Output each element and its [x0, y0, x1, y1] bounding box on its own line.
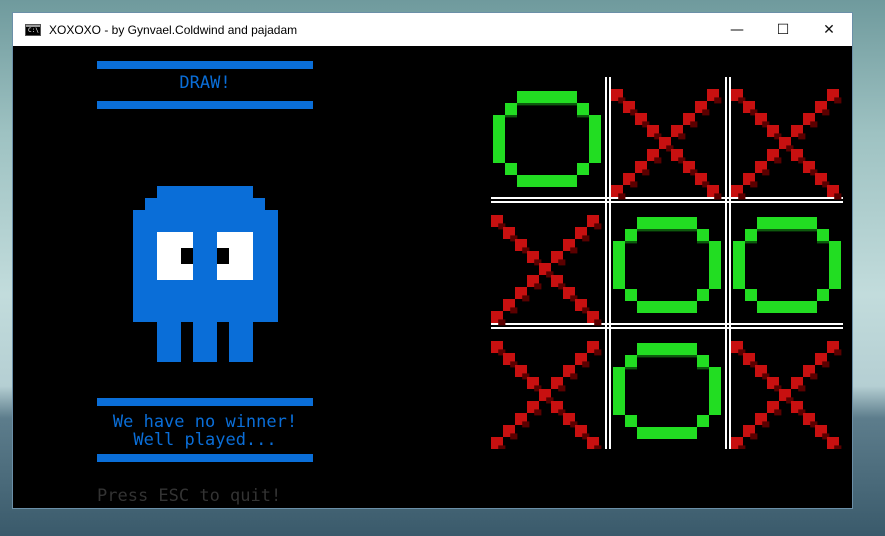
quit-hint: Press ESC to quit! — [97, 486, 282, 506]
divider-bar — [97, 61, 313, 69]
maximize-button[interactable]: ☐ — [760, 13, 806, 46]
console-icon: C:\ — [25, 23, 41, 36]
no-winner-message: We have no winner! — [112, 412, 298, 432]
board-cell-7-x-mark[interactable] — [491, 341, 602, 449]
app-window: C:\ XOXOXO - by Gynvael.Coldwind and paj… — [12, 12, 853, 509]
board-cell-1-o-mark[interactable] — [493, 91, 601, 187]
board-cell-8-o-mark[interactable] — [613, 343, 721, 439]
ghost-mascot — [133, 186, 278, 362]
board-cell-9-x-mark[interactable] — [731, 341, 842, 449]
game-area[interactable]: DRAW! We have no winner! Well played... … — [13, 46, 852, 508]
board-cell-2-x-mark[interactable] — [611, 89, 722, 200]
console-icon-glyph: C:\ — [28, 26, 39, 34]
board-cell-5-o-mark[interactable] — [613, 217, 721, 313]
close-button[interactable]: ✕ — [806, 13, 852, 46]
result-title: DRAW! — [179, 73, 231, 93]
well-played-message: Well played... — [133, 430, 277, 450]
board-cell-3-x-mark[interactable] — [731, 89, 842, 200]
divider-bar — [97, 398, 313, 406]
board-cell-6-o-mark[interactable] — [733, 217, 841, 313]
divider-bar — [97, 101, 313, 109]
tic-tac-toe-board[interactable] — [491, 77, 843, 449]
minimize-button[interactable]: — — [714, 13, 760, 46]
title-bar[interactable]: C:\ XOXOXO - by Gynvael.Coldwind and paj… — [13, 13, 852, 46]
board-cell-4-x-mark[interactable] — [491, 215, 602, 326]
window-title: XOXOXO - by Gynvael.Coldwind and pajadam — [49, 22, 298, 37]
window-controls: — ☐ ✕ — [714, 13, 852, 46]
divider-bar — [97, 454, 313, 462]
